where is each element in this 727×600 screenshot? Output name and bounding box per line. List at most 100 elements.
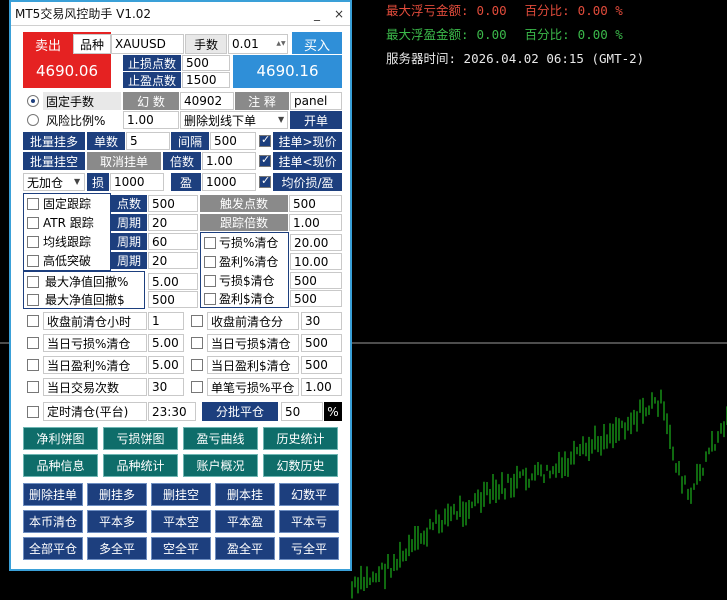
drawdown-pct-field[interactable]: 5.00 <box>148 273 198 290</box>
report-button[interactable]: 品种统计 <box>103 454 178 477</box>
profit-pct-field[interactable]: 10.00 <box>290 253 342 270</box>
sell-button[interactable]: 卖出 <box>23 34 73 54</box>
trail-multiple-field[interactable]: 1.00 <box>289 214 342 231</box>
sl-field[interactable]: 500 <box>182 55 230 71</box>
close-before-hours-field[interactable]: 1 <box>148 312 184 330</box>
magic-field[interactable]: 40902 <box>180 92 234 110</box>
buy-button[interactable]: 买入 <box>292 34 342 54</box>
profit-amt-field[interactable]: 500 <box>290 290 342 307</box>
close-before-min-checkbox[interactable] <box>191 315 203 327</box>
count-field[interactable]: 5 <box>126 132 170 150</box>
close-action-button[interactable]: 亏全平 <box>279 537 339 560</box>
risk-pct-radio[interactable] <box>27 114 39 126</box>
report-button[interactable]: 盈亏曲线 <box>183 427 258 450</box>
server-time: 服务器时间: 2026.04.02 06:15 (GMT-2) <box>386 51 645 66</box>
pending-above-label: 挂单>现价 <box>273 132 342 150</box>
tp-short-field[interactable]: 1000 <box>202 173 256 191</box>
report-button[interactable]: 净利饼图 <box>23 427 98 450</box>
trail-points-field[interactable]: 500 <box>148 195 198 212</box>
close-action-button[interactable]: 删挂多 <box>87 483 147 506</box>
day-profit-pct-field[interactable]: 5.00 <box>148 356 184 374</box>
sl-short-field[interactable]: 1000 <box>110 173 164 191</box>
partial-close-button[interactable]: 分批平仓 <box>202 402 278 421</box>
hilo-trail-checkbox[interactable] <box>27 255 39 267</box>
drawdown-amt-field[interactable]: 500 <box>148 291 198 308</box>
loss-amt-checkbox[interactable] <box>204 275 216 287</box>
fixed-trail-checkbox[interactable] <box>27 198 39 210</box>
report-button[interactable]: 品种信息 <box>23 454 98 477</box>
max-loss-value: 0.00 <box>476 3 507 18</box>
single-loss-field[interactable]: 1.00 <box>301 378 342 396</box>
day-profit-amt-field[interactable]: 500 <box>301 356 342 374</box>
close-action-button[interactable]: 平本亏 <box>279 510 339 533</box>
timed-close-field[interactable]: 23:30 <box>148 402 196 421</box>
single-loss-checkbox[interactable] <box>191 381 203 393</box>
timed-close-checkbox[interactable] <box>27 406 39 418</box>
close-action-button[interactable]: 多全平 <box>87 537 147 560</box>
close-before-min-field[interactable]: 30 <box>301 312 342 330</box>
symbol-label: 品种 <box>73 34 111 54</box>
drawdown-pct-checkbox[interactable] <box>27 276 39 288</box>
day-loss-amt-field[interactable]: 500 <box>301 334 342 352</box>
cancel-pending-button[interactable]: 取消挂单 <box>87 152 161 170</box>
hilo-period-field[interactable]: 20 <box>148 252 198 269</box>
ma-period-field[interactable]: 60 <box>148 233 198 250</box>
close-action-button[interactable]: 删挂空 <box>151 483 211 506</box>
atr-trail-checkbox[interactable] <box>27 217 39 229</box>
symbol-field[interactable]: XAUUSD <box>111 34 184 54</box>
report-button[interactable]: 亏损饼图 <box>103 427 178 450</box>
close-button[interactable]: × <box>328 7 350 21</box>
close-action-button[interactable]: 平本空 <box>151 510 211 533</box>
day-profit-amt-checkbox[interactable] <box>191 359 203 371</box>
avg-sl-tp-checkbox[interactable] <box>259 174 271 188</box>
comment-field[interactable]: panel <box>290 92 342 110</box>
close-action-button[interactable]: 空全平 <box>151 537 211 560</box>
close-action-button[interactable]: 盈全平 <box>215 537 275 560</box>
atr-period-field[interactable]: 20 <box>148 214 198 231</box>
profit-pct-checkbox[interactable] <box>204 256 216 268</box>
tp-short-label: 盈 <box>171 173 201 191</box>
day-trades-checkbox[interactable] <box>27 381 39 393</box>
loss-amt-field[interactable]: 500 <box>290 272 342 289</box>
titlebar: MT5交易风控助手 V1.02 _ × <box>11 2 350 26</box>
close-action-button[interactable]: 删本挂 <box>215 483 275 506</box>
batch-buy-button[interactable]: 批量挂多 <box>23 132 85 150</box>
day-profit-pct-checkbox[interactable] <box>27 359 39 371</box>
single-loss-label: 单笔亏损%平仓 <box>207 378 299 396</box>
drawdown-amt-checkbox[interactable] <box>27 294 39 306</box>
minimize-button[interactable]: _ <box>306 7 328 21</box>
tp-field[interactable]: 1500 <box>182 72 230 88</box>
pending-above-checkbox[interactable] <box>259 133 271 147</box>
ma-trail-label: 均线跟踪 <box>43 235 92 249</box>
open-order-button[interactable]: 开单 <box>290 111 342 129</box>
ma-period-label: 周期 <box>111 233 147 250</box>
report-button[interactable]: 幻数历史 <box>263 454 338 477</box>
report-button[interactable]: 历史统计 <box>263 427 338 450</box>
close-action-button[interactable]: 删除挂单 <box>23 483 83 506</box>
lots-spinner[interactable]: ▲▼ <box>276 35 286 53</box>
batch-sell-button[interactable]: 批量挂空 <box>23 152 85 170</box>
report-button[interactable]: 账户概况 <box>183 454 258 477</box>
day-loss-amt-checkbox[interactable] <box>191 337 203 349</box>
day-loss-pct-field[interactable]: 5.00 <box>148 334 184 352</box>
close-action-button[interactable]: 本币清仓 <box>23 510 83 533</box>
interval-field[interactable]: 500 <box>210 132 256 150</box>
close-action-button[interactable]: 全部平仓 <box>23 537 83 560</box>
loss-pct-field[interactable]: 20.00 <box>290 234 342 251</box>
pending-below-checkbox[interactable] <box>259 153 271 167</box>
close-action-button[interactable]: 幻数平 <box>279 483 339 506</box>
day-loss-pct-checkbox[interactable] <box>27 337 39 349</box>
multiple-field[interactable]: 1.00 <box>202 152 256 170</box>
loss-pct-checkbox[interactable] <box>204 237 216 249</box>
day-trades-field[interactable]: 30 <box>148 378 184 396</box>
partial-close-field[interactable]: 50 <box>281 402 323 421</box>
close-before-hours-checkbox[interactable] <box>27 315 39 327</box>
close-action-button[interactable]: 平本盈 <box>215 510 275 533</box>
fixed-lots-radio[interactable] <box>27 95 39 107</box>
delete-line-dropdown[interactable]: 删除划线下单 <box>180 111 288 129</box>
risk-pct-field[interactable]: 1.00 <box>123 111 179 129</box>
ma-trail-checkbox[interactable] <box>27 236 39 248</box>
trigger-field[interactable]: 500 <box>289 195 342 212</box>
close-action-button[interactable]: 平本多 <box>87 510 147 533</box>
profit-amt-checkbox[interactable] <box>204 293 216 305</box>
